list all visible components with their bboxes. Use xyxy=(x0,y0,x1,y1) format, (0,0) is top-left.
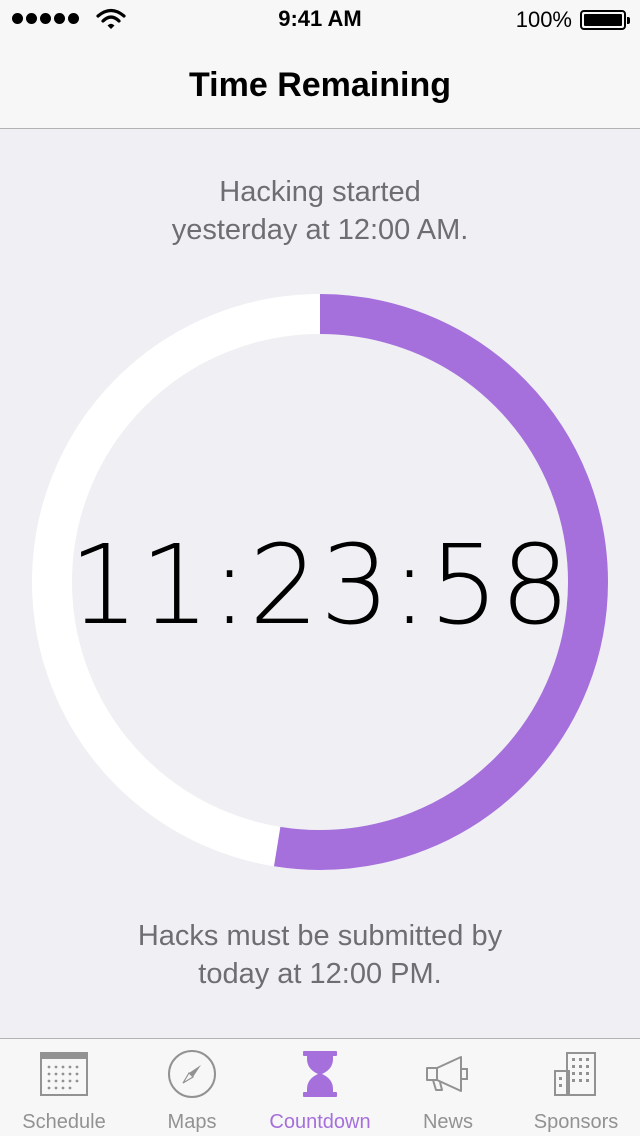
tab-label: News xyxy=(422,1111,473,1133)
tab-maps[interactable]: Maps xyxy=(128,1039,256,1136)
megaphone-icon xyxy=(426,1056,468,1092)
start-line-2: yesterday at 12:00 AM. xyxy=(171,214,469,246)
tab-sponsors[interactable]: Sponsors xyxy=(512,1039,640,1136)
compass-icon xyxy=(168,1050,216,1098)
battery-percentage: 100% xyxy=(515,7,572,32)
hacking-start-info: Hacking started yesterday at 12:00 AM. xyxy=(0,173,640,249)
tab-label: Schedule xyxy=(22,1111,106,1133)
status-bar: 9:41 AM 100% xyxy=(0,0,640,40)
tab-countdown[interactable]: Countdown xyxy=(256,1039,384,1136)
tab-label: Maps xyxy=(167,1111,217,1133)
start-line-1: Hacking started xyxy=(219,176,421,208)
navigation-bar: Time Remaining xyxy=(0,40,640,129)
countdown-timer: 11:23:58 xyxy=(68,521,572,649)
calendar-icon xyxy=(40,1052,88,1096)
tab-news[interactable]: News xyxy=(384,1039,512,1136)
page-title: Time Remaining xyxy=(189,66,451,104)
hourglass-icon xyxy=(303,1051,337,1097)
tab-bar: Schedule Maps Countdown News Sponsors xyxy=(0,1038,640,1136)
deadline-line-2: today at 12:00 PM. xyxy=(198,958,442,990)
building-icon xyxy=(554,1052,596,1096)
tab-label: Sponsors xyxy=(533,1111,619,1133)
tab-schedule[interactable]: Schedule xyxy=(0,1039,128,1136)
deadline-line-1: Hacks must be submitted by xyxy=(137,920,503,952)
battery-icon xyxy=(580,10,630,30)
tab-label: Countdown xyxy=(269,1111,371,1133)
submission-deadline-info: Hacks must be submitted by today at 12:0… xyxy=(0,917,640,993)
